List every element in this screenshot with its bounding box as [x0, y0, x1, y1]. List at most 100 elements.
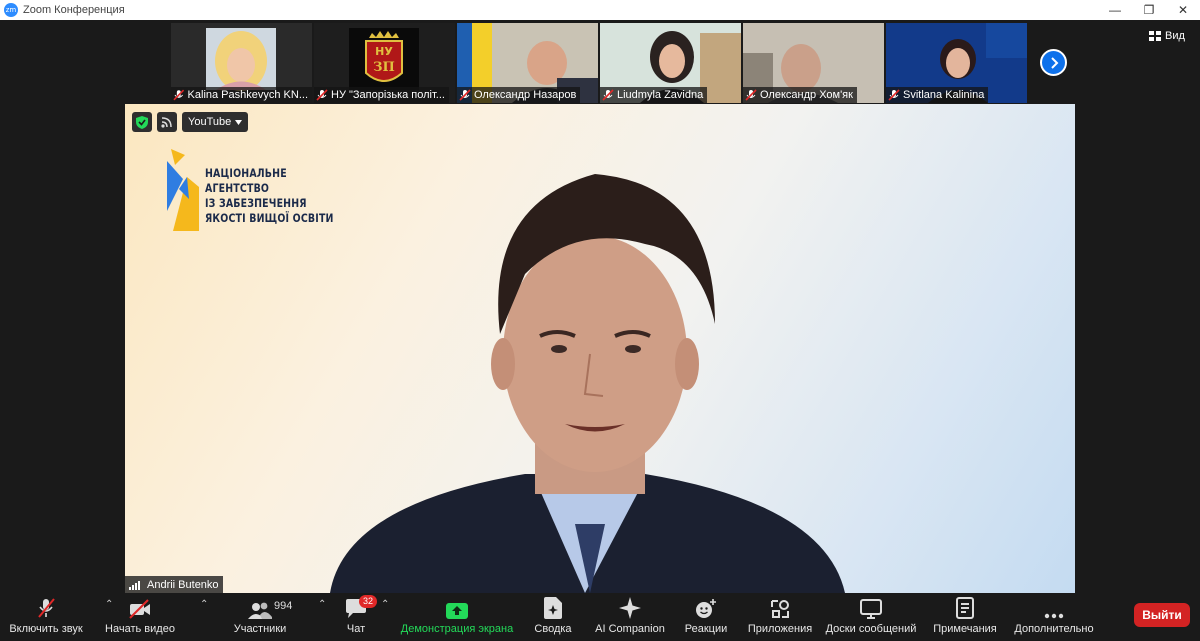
window-titlebar: zm Zoom Конференция — ❐ ✕ [0, 0, 1200, 20]
chat-icon-wrap: 32 ⌃ [345, 593, 389, 619]
notes-icon [956, 597, 974, 619]
next-page-button[interactable] [1040, 49, 1067, 76]
emoji-add-icon [696, 599, 716, 618]
participant-name-tag: Kalina Pashkevych KN... [171, 87, 312, 103]
ai-companion-button[interactable]: AI Companion [594, 593, 666, 641]
view-button[interactable]: Вид [1149, 30, 1185, 42]
reactions-button[interactable]: Реакции [684, 593, 728, 641]
participant-name: НУ "Запорізька політ... [331, 89, 445, 101]
participant-tile[interactable]: Kalina Pashkevych KN... [171, 23, 312, 103]
participant-tile[interactable]: Liudmyla Zavidna [600, 23, 741, 103]
participant-tile[interactable]: НУ ЗП НУ "Запорізька політ... [314, 23, 455, 103]
ai-companion-icon-wrap [619, 593, 641, 619]
participant-name-tag: Liudmyla Zavidna [600, 87, 708, 103]
summary-icon-wrap [544, 593, 562, 619]
start-video-icon-wrap: ⌃ [128, 593, 208, 619]
naqa-emblem-icon [167, 149, 199, 231]
participant-name-tag: Олександр Хом'як [743, 87, 857, 103]
participants-options-caret[interactable]: ⌃ [318, 599, 326, 610]
participant-name-tag: Олександр Назаров [457, 87, 581, 103]
chat-button[interactable]: 32 ⌃ Чат [344, 593, 389, 641]
apps-icon-wrap [770, 593, 790, 619]
window-title: Zoom Конференция [23, 4, 125, 16]
participant-name: Олександр Хом'як [760, 89, 853, 101]
apps-label: Приложения [747, 623, 813, 635]
close-window-button[interactable]: ✕ [1166, 0, 1200, 20]
encryption-shield-button[interactable] [132, 112, 152, 132]
logo-letters-bottom: ЗП [373, 60, 395, 75]
view-label: Вид [1165, 30, 1185, 42]
participant-name: Liudmyla Zavidna [617, 89, 704, 101]
summary-label: Сводка [534, 623, 572, 635]
video-options-caret[interactable]: ⌃ [200, 599, 208, 610]
naqa-line: НАЦІОНАЛЬНЕ [205, 166, 287, 180]
sparkle-icon [619, 597, 641, 619]
reactions-label: Реакции [684, 623, 728, 635]
unmute-label: Включить звук [9, 623, 83, 635]
more-label: Дополнительно [1014, 623, 1094, 635]
participant-tile[interactable]: Олександр Хом'як [743, 23, 884, 103]
whiteboards-icon-wrap [860, 593, 882, 619]
naqa-line: ІЗ ЗАБЕЗПЕЧЕННЯ [205, 196, 307, 210]
start-video-button[interactable]: ⌃ Начать видео [104, 593, 208, 641]
restore-button[interactable]: ❐ [1132, 0, 1166, 20]
chevron-down-icon [235, 119, 243, 125]
participant-tile[interactable]: Олександр Назаров [457, 23, 598, 103]
meeting-stage: Kalina Pashkevych KN... НУ ЗП НУ "Запорі… [0, 20, 1200, 593]
share-screen-button[interactable]: Демонстрация экрана [400, 593, 514, 641]
grid-view-icon [1149, 31, 1161, 41]
unmute-button[interactable]: ⌃ Включить звук [6, 593, 113, 641]
participants-icon [248, 602, 272, 619]
naqa-line: АГЕНТСТВО [205, 181, 270, 195]
summary-button[interactable]: Сводка [532, 593, 574, 641]
video-overlay-controls: YouTube [132, 112, 249, 132]
meeting-toolbar: ⌃ Включить звук ⌃ Начать видео 994 ⌃ Уча… [0, 593, 1200, 641]
chat-label: Чат [346, 623, 366, 635]
participant-name: Kalina Pashkevych KN... [187, 89, 308, 101]
main-speaker-video: YouTube НАЦІОНАЛЬНЕ АГЕНТСТВО ІЗ ЗАБЕЗПЕ… [125, 104, 1075, 593]
chat-unread-badge: 32 [359, 595, 378, 608]
more-button[interactable]: Дополнительно [1014, 593, 1094, 641]
zoom-logo-icon: zm [4, 3, 18, 17]
muted-mic-icon [173, 89, 185, 101]
naqa-line: ЯКОСТІ ВИЩОЇ ОСВІТИ [205, 211, 334, 225]
speaker-name: Andrii Butenko [147, 578, 219, 591]
apps-button[interactable]: Приложения [746, 593, 814, 641]
muted-mic-icon [316, 89, 328, 101]
participant-name: Олександр Назаров [474, 89, 577, 101]
muted-mic-icon [888, 89, 900, 101]
live-stream-button[interactable] [157, 112, 177, 132]
participants-icon-wrap: 994 ⌃ [248, 593, 326, 619]
ai-companion-label: AI Companion [595, 623, 665, 635]
leave-meeting-button[interactable]: Выйти [1134, 603, 1190, 627]
minimize-button[interactable]: — [1098, 0, 1132, 20]
participants-label: Участники [233, 623, 287, 635]
share-screen-label: Демонстрация экрана [400, 623, 514, 635]
muted-mic-icon [745, 89, 757, 101]
share-screen-icon-wrap [446, 593, 468, 619]
participant-name-tag: Svitlana Kalinina [886, 87, 989, 103]
more-icon-wrap [1044, 593, 1064, 619]
chevron-right-icon [1050, 56, 1058, 69]
whiteboards-button[interactable]: Доски сообщений [826, 593, 916, 641]
participant-tile[interactable]: Svitlana Kalinina [886, 23, 1027, 103]
muted-mic-icon [602, 89, 614, 101]
stream-destination-dropdown[interactable]: YouTube [182, 112, 249, 132]
participants-button[interactable]: 994 ⌃ Участники [232, 593, 327, 641]
shield-icon [136, 115, 148, 129]
notes-button[interactable]: Примечания [933, 593, 997, 641]
share-screen-icon [446, 603, 468, 619]
broadcast-icon [161, 117, 172, 128]
notes-icon-wrap [956, 593, 974, 619]
speaker-name-tag: Andrii Butenko [125, 576, 223, 593]
participant-name-tag: НУ "Запорізька політ... [314, 87, 449, 103]
logo-letters-top: НУ [375, 45, 393, 58]
participants-count: 994 [274, 600, 293, 612]
chat-options-caret[interactable]: ⌃ [381, 599, 389, 610]
muted-mic-icon [459, 89, 471, 101]
apps-icon [771, 600, 789, 618]
naqa-logo: НАЦІОНАЛЬНЕ АГЕНТСТВО ІЗ ЗАБЕЗПЕЧЕННЯ ЯК… [165, 149, 362, 231]
reactions-icon-wrap [695, 593, 717, 619]
participant-name: Svitlana Kalinina [903, 89, 985, 101]
whiteboards-label: Доски сообщений [825, 623, 917, 635]
